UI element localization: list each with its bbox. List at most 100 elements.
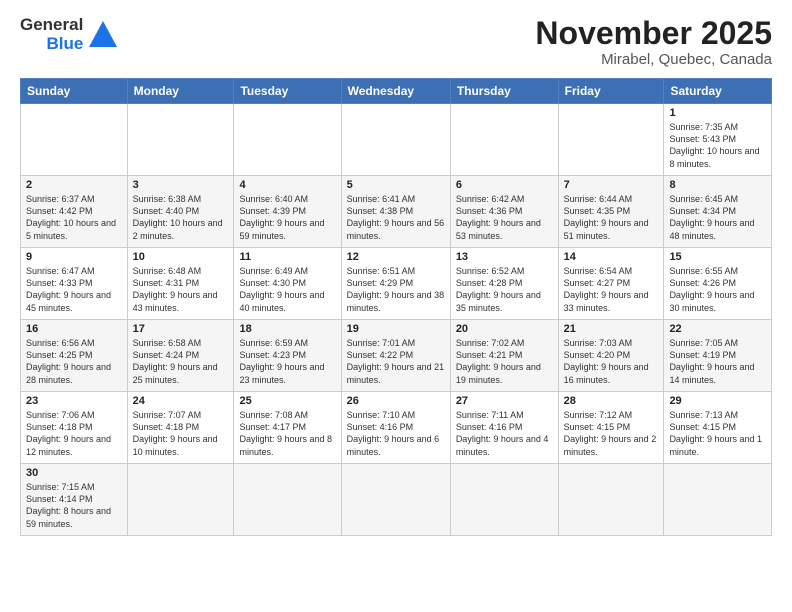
calendar-cell: 15Sunrise: 6:55 AM Sunset: 4:26 PM Dayli… [664, 248, 772, 320]
day-info: Sunrise: 7:01 AM Sunset: 4:22 PM Dayligh… [347, 337, 445, 386]
calendar-cell [341, 464, 450, 536]
day-info: Sunrise: 7:03 AM Sunset: 4:20 PM Dayligh… [564, 337, 659, 386]
calendar-cell: 10 Sunrise: 6:48 AM Sunset: 4:31 PM Dayli… [127, 248, 234, 320]
title-block: November 2025 Mirabel, Quebec, Canada [535, 16, 772, 68]
header-saturday: Saturday [664, 79, 772, 104]
calendar-cell: 19 Sunrise: 7:01 AM Sunset: 4:22 PM Dayli… [341, 320, 450, 392]
day-number: 10 [133, 251, 229, 263]
calendar-week-row: 2Sunrise: 6:37 AM Sunset: 4:42 PM Daylig… [21, 176, 772, 248]
calendar-cell: 8 Sunrise: 6:45 AM Sunset: 4:34 PM Daylig… [664, 176, 772, 248]
day-info: Sunrise: 6:45 AM Sunset: 4:34 PM Dayligh… [669, 193, 766, 242]
day-info: Sunrise: 6:44 AM Sunset: 4:35 PM Dayligh… [564, 193, 659, 242]
day-info: Sunrise: 7:02 AM Sunset: 4:21 PM Dayligh… [456, 337, 553, 386]
calendar-cell: 22Sunrise: 7:05 AM Sunset: 4:19 PM Dayli… [664, 320, 772, 392]
calendar-cell: 11Sunrise: 6:49 AM Sunset: 4:30 PM Dayli… [234, 248, 341, 320]
day-number: 24 [133, 395, 229, 407]
day-number: 25 [239, 395, 335, 407]
day-info: Sunrise: 6:52 AM Sunset: 4:28 PM Dayligh… [456, 265, 553, 314]
day-info: Sunrise: 7:35 AM Sunset: 5:43 PM Dayligh… [669, 121, 766, 170]
calendar-cell: 30Sunrise: 7:15 AM Sunset: 4:14 PM Dayli… [21, 464, 128, 536]
header: General Blue November 2025 Mirabel, Queb… [20, 16, 772, 68]
day-info: Sunrise: 6:49 AM Sunset: 4:30 PM Dayligh… [239, 265, 335, 314]
calendar-cell: 21 Sunrise: 7:03 AM Sunset: 4:20 PM Dayli… [558, 320, 664, 392]
day-number: 23 [26, 395, 122, 407]
day-number: 1 [669, 107, 766, 119]
day-number: 12 [347, 251, 445, 263]
day-number: 13 [456, 251, 553, 263]
day-info: Sunrise: 6:37 AM Sunset: 4:42 PM Dayligh… [26, 193, 122, 242]
day-info: Sunrise: 7:13 AM Sunset: 4:15 PM Dayligh… [669, 409, 766, 458]
header-thursday: Thursday [450, 79, 558, 104]
calendar-week-row: 9Sunrise: 6:47 AM Sunset: 4:33 PM Daylig… [21, 248, 772, 320]
day-number: 16 [26, 323, 122, 335]
calendar-cell: 18Sunrise: 6:59 AM Sunset: 4:23 PM Dayli… [234, 320, 341, 392]
calendar-cell: 28 Sunrise: 7:12 AM Sunset: 4:15 PM Dayli… [558, 392, 664, 464]
calendar-cell [234, 104, 341, 176]
day-number: 9 [26, 251, 122, 263]
header-monday: Monday [127, 79, 234, 104]
day-number: 7 [564, 179, 659, 191]
calendar-cell: 4Sunrise: 6:40 AM Sunset: 4:39 PM Daylig… [234, 176, 341, 248]
day-info: Sunrise: 7:05 AM Sunset: 4:19 PM Dayligh… [669, 337, 766, 386]
header-wednesday: Wednesday [341, 79, 450, 104]
day-info: Sunrise: 7:12 AM Sunset: 4:15 PM Dayligh… [564, 409, 659, 458]
calendar-cell: 17Sunrise: 6:58 AM Sunset: 4:24 PM Dayli… [127, 320, 234, 392]
calendar-cell: 3 Sunrise: 6:38 AM Sunset: 4:40 PM Daylig… [127, 176, 234, 248]
day-info: Sunrise: 7:07 AM Sunset: 4:18 PM Dayligh… [133, 409, 229, 458]
day-number: 28 [564, 395, 659, 407]
day-number: 8 [669, 179, 766, 191]
calendar-cell [234, 464, 341, 536]
header-sunday: Sunday [21, 79, 128, 104]
day-number: 3 [133, 179, 229, 191]
calendar-cell: 6 Sunrise: 6:42 AM Sunset: 4:36 PM Daylig… [450, 176, 558, 248]
day-info: Sunrise: 6:38 AM Sunset: 4:40 PM Dayligh… [133, 193, 229, 242]
day-number: 26 [347, 395, 445, 407]
page: General Blue November 2025 Mirabel, Queb… [0, 0, 792, 612]
day-number: 29 [669, 395, 766, 407]
calendar-week-row: 16 Sunrise: 6:56 AM Sunset: 4:25 PM Dayli… [21, 320, 772, 392]
day-info: Sunrise: 7:15 AM Sunset: 4:14 PM Dayligh… [26, 481, 122, 530]
calendar-cell [558, 104, 664, 176]
calendar-cell: 16 Sunrise: 6:56 AM Sunset: 4:25 PM Dayli… [21, 320, 128, 392]
calendar-cell: 29 Sunrise: 7:13 AM Sunset: 4:15 PM Dayli… [664, 392, 772, 464]
calendar-week-row: 30Sunrise: 7:15 AM Sunset: 4:14 PM Dayli… [21, 464, 772, 536]
calendar-week-row: 23Sunrise: 7:06 AM Sunset: 4:18 PM Dayli… [21, 392, 772, 464]
day-number: 19 [347, 323, 445, 335]
day-number: 6 [456, 179, 553, 191]
day-info: Sunrise: 6:42 AM Sunset: 4:36 PM Dayligh… [456, 193, 553, 242]
day-info: Sunrise: 6:51 AM Sunset: 4:29 PM Dayligh… [347, 265, 445, 314]
calendar-cell [450, 104, 558, 176]
day-info: Sunrise: 6:41 AM Sunset: 4:38 PM Dayligh… [347, 193, 445, 242]
calendar-cell: 7 Sunrise: 6:44 AM Sunset: 4:35 PM Daylig… [558, 176, 664, 248]
month-title: November 2025 [535, 16, 772, 51]
logo-blue-text: Blue [46, 35, 83, 54]
calendar-table: Sunday Monday Tuesday Wednesday Thursday… [20, 78, 772, 536]
calendar-cell: 27Sunrise: 7:11 AM Sunset: 4:16 PM Dayli… [450, 392, 558, 464]
calendar-cell: 5 Sunrise: 6:41 AM Sunset: 4:38 PM Daylig… [341, 176, 450, 248]
day-info: Sunrise: 7:10 AM Sunset: 4:16 PM Dayligh… [347, 409, 445, 458]
calendar-cell [558, 464, 664, 536]
day-info: Sunrise: 7:11 AM Sunset: 4:16 PM Dayligh… [456, 409, 553, 458]
day-number: 5 [347, 179, 445, 191]
calendar-cell: 9Sunrise: 6:47 AM Sunset: 4:33 PM Daylig… [21, 248, 128, 320]
calendar-cell [21, 104, 128, 176]
logo-general-text: General [20, 16, 83, 35]
day-info: Sunrise: 6:55 AM Sunset: 4:26 PM Dayligh… [669, 265, 766, 314]
calendar-cell [664, 464, 772, 536]
calendar-cell: 14Sunrise: 6:54 AM Sunset: 4:27 PM Dayli… [558, 248, 664, 320]
header-friday: Friday [558, 79, 664, 104]
day-number: 14 [564, 251, 659, 263]
day-info: Sunrise: 6:56 AM Sunset: 4:25 PM Dayligh… [26, 337, 122, 386]
header-tuesday: Tuesday [234, 79, 341, 104]
calendar-cell: 23Sunrise: 7:06 AM Sunset: 4:18 PM Dayli… [21, 392, 128, 464]
calendar-header-row: Sunday Monday Tuesday Wednesday Thursday… [21, 79, 772, 104]
day-number: 17 [133, 323, 229, 335]
day-info: Sunrise: 6:48 AM Sunset: 4:31 PM Dayligh… [133, 265, 229, 314]
day-number: 20 [456, 323, 553, 335]
location-title: Mirabel, Quebec, Canada [535, 51, 772, 68]
calendar-cell [127, 464, 234, 536]
logo: General Blue [20, 16, 119, 53]
calendar-cell [127, 104, 234, 176]
day-number: 21 [564, 323, 659, 335]
calendar-cell: 20 Sunrise: 7:02 AM Sunset: 4:21 PM Dayli… [450, 320, 558, 392]
